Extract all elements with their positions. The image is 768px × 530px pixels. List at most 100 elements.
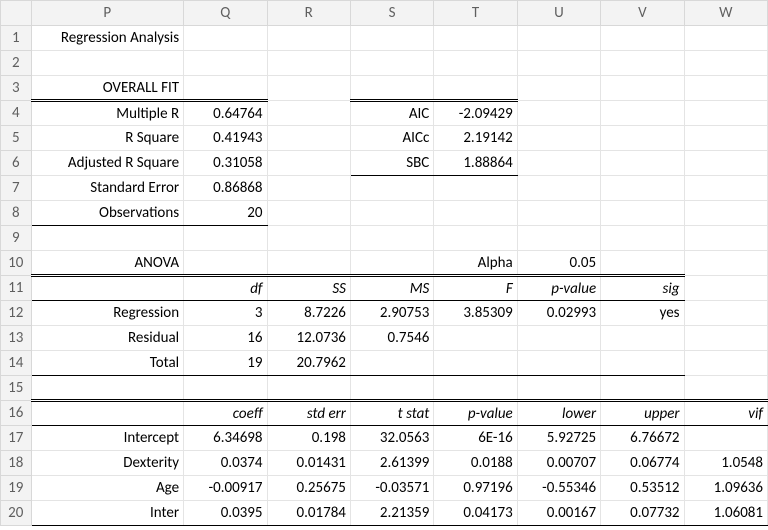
cell-Q11[interactable]: df (184, 276, 267, 301)
cell-W11[interactable] (684, 276, 767, 301)
cell-P12[interactable]: Regression (31, 301, 184, 326)
cell-S13[interactable]: 0.7546 (350, 326, 433, 351)
row-header-16[interactable]: 16 (1, 401, 32, 426)
cell-U2[interactable] (517, 51, 600, 76)
col-header-V[interactable]: V (601, 1, 684, 26)
cell-V20[interactable]: 0.07732 (601, 501, 684, 526)
cell-S7[interactable] (350, 176, 433, 201)
cell-S5[interactable]: AICc (350, 126, 433, 151)
cell-T1[interactable] (434, 26, 517, 51)
cell-R2[interactable] (267, 51, 350, 76)
cell-P14[interactable]: Total (31, 351, 184, 376)
cell-W14[interactable] (684, 351, 767, 376)
cell-T6[interactable]: 1.88864 (434, 151, 517, 176)
cell-Q12[interactable]: 3 (184, 301, 267, 326)
cell-V6[interactable] (601, 151, 684, 176)
col-header-P[interactable]: P (31, 1, 184, 26)
cell-T13[interactable] (434, 326, 517, 351)
cell-T18[interactable]: 0.0188 (434, 451, 517, 476)
cell-T5[interactable]: 2.19142 (434, 126, 517, 151)
cell-U15[interactable] (517, 376, 600, 401)
cell-S18[interactable]: 2.61399 (350, 451, 433, 476)
cell-Q9[interactable] (184, 226, 267, 251)
cell-S4[interactable]: AIC (350, 101, 433, 126)
cell-W10[interactable] (684, 251, 767, 276)
row-header-15[interactable]: 15 (1, 376, 32, 401)
col-header-Q[interactable]: Q (184, 1, 267, 26)
cell-R9[interactable] (267, 226, 350, 251)
cell-U4[interactable] (517, 101, 600, 126)
cell-Q13[interactable]: 16 (184, 326, 267, 351)
select-all-corner[interactable] (1, 1, 32, 26)
row-header-5[interactable]: 5 (1, 126, 32, 151)
cell-P20[interactable]: Inter (31, 501, 184, 526)
cell-S16[interactable]: t stat (350, 401, 433, 426)
cell-U8[interactable] (517, 201, 600, 226)
cell-V4[interactable] (601, 101, 684, 126)
cell-V1[interactable] (601, 26, 684, 51)
cell-R16[interactable]: std err (267, 401, 350, 426)
cell-P19[interactable]: Age (31, 476, 184, 501)
cell-Q17[interactable]: 6.34698 (184, 426, 267, 451)
cell-P2[interactable] (31, 51, 184, 76)
cell-W7[interactable] (684, 176, 767, 201)
row-header-8[interactable]: 8 (1, 201, 32, 226)
cell-W20[interactable]: 1.06081 (684, 501, 767, 526)
cell-W18[interactable]: 1.0548 (684, 451, 767, 476)
cell-U1[interactable] (517, 26, 600, 51)
cell-U20[interactable]: 0.00167 (517, 501, 600, 526)
cell-P15[interactable] (31, 376, 184, 401)
row-header-3[interactable]: 3 (1, 76, 32, 101)
cell-U3[interactable] (517, 76, 600, 101)
cell-W17[interactable] (684, 426, 767, 451)
cell-Q3[interactable] (184, 76, 267, 101)
row-header-11[interactable]: 11 (1, 276, 32, 301)
cell-V2[interactable] (601, 51, 684, 76)
row-header-19[interactable]: 19 (1, 476, 32, 501)
cell-P5[interactable]: R Square (31, 126, 184, 151)
row-header-20[interactable]: 20 (1, 501, 32, 526)
row-header-9[interactable]: 9 (1, 226, 32, 251)
cell-Q7[interactable]: 0.86868 (184, 176, 267, 201)
cell-P4[interactable]: Multiple R (31, 101, 184, 126)
cell-Q5[interactable]: 0.41943 (184, 126, 267, 151)
cell-S14[interactable] (350, 351, 433, 376)
cell-W3[interactable] (684, 76, 767, 101)
cell-Q6[interactable]: 0.31058 (184, 151, 267, 176)
cell-V12[interactable]: yes (601, 301, 684, 326)
cell-V18[interactable]: 0.06774 (601, 451, 684, 476)
cell-R10[interactable] (267, 251, 350, 276)
cell-W2[interactable] (684, 51, 767, 76)
col-header-T[interactable]: T (434, 1, 517, 26)
cell-R13[interactable]: 12.0736 (267, 326, 350, 351)
cell-S12[interactable]: 2.90753 (350, 301, 433, 326)
cell-R7[interactable] (267, 176, 350, 201)
cell-W1[interactable] (684, 26, 767, 51)
cell-R11[interactable]: SS (267, 276, 350, 301)
cell-S19[interactable]: -0.03571 (350, 476, 433, 501)
cell-T4[interactable]: -2.09429 (434, 101, 517, 126)
cell-S17[interactable]: 32.0563 (350, 426, 433, 451)
cell-U18[interactable]: 0.00707 (517, 451, 600, 476)
cell-R6[interactable] (267, 151, 350, 176)
cell-Q20[interactable]: 0.0395 (184, 501, 267, 526)
cell-T12[interactable]: 3.85309 (434, 301, 517, 326)
col-header-U[interactable]: U (517, 1, 600, 26)
cell-Q1[interactable] (184, 26, 267, 51)
cell-U17[interactable]: 5.92725 (517, 426, 600, 451)
cell-U16[interactable]: lower (517, 401, 600, 426)
cell-P18[interactable]: Dexterity (31, 451, 184, 476)
col-header-W[interactable]: W (684, 1, 767, 26)
cell-V10[interactable] (601, 251, 684, 276)
cell-V7[interactable] (601, 176, 684, 201)
row-header-12[interactable]: 12 (1, 301, 32, 326)
cell-P7[interactable]: Standard Error (31, 176, 184, 201)
row-header-17[interactable]: 17 (1, 426, 32, 451)
cell-U13[interactable] (517, 326, 600, 351)
cell-Q8[interactable]: 20 (184, 201, 267, 226)
cell-V13[interactable] (601, 326, 684, 351)
cell-P3[interactable]: OVERALL FIT (31, 76, 184, 101)
cell-R3[interactable] (267, 76, 350, 101)
cell-V9[interactable] (601, 226, 684, 251)
cell-P11[interactable] (31, 276, 184, 301)
